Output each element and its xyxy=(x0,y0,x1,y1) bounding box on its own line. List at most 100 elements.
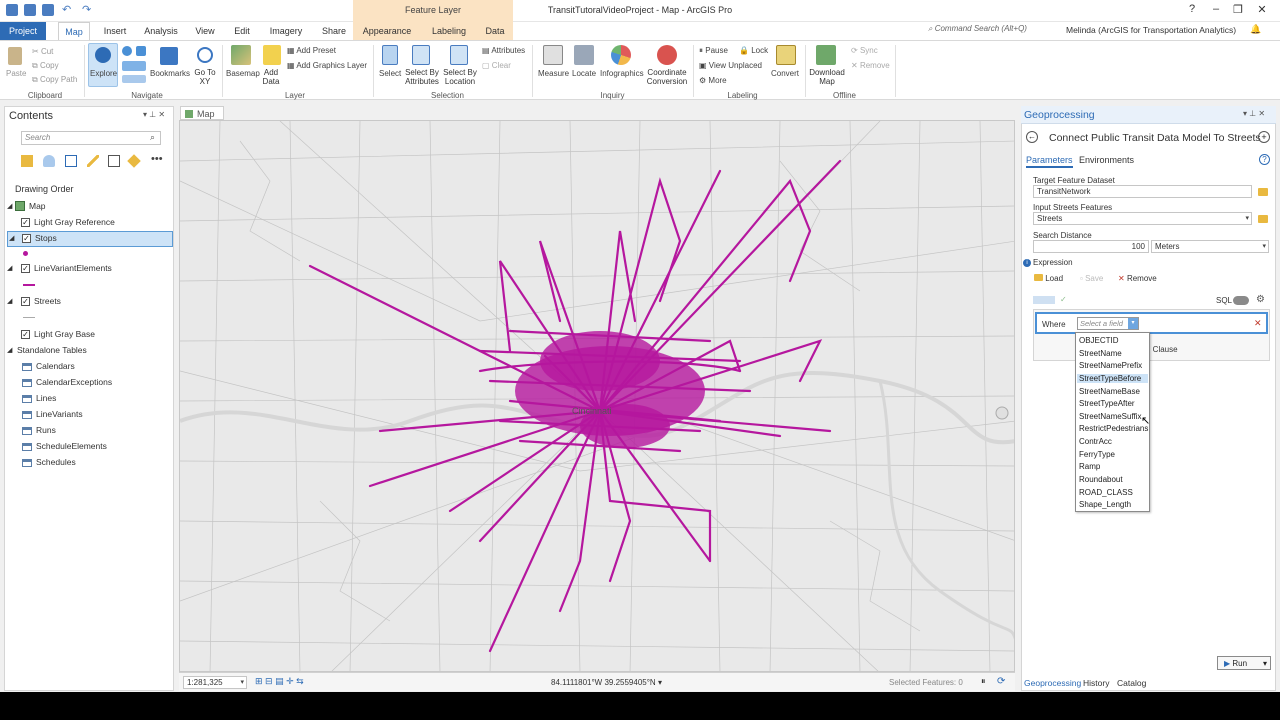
tree-layer-selected[interactable]: ◢ ✓ Stops xyxy=(7,231,173,247)
pane-options-icon[interactable]: ▾ ⊥ ✕ xyxy=(143,110,165,119)
copy-button[interactable]: ⧉ Copy xyxy=(32,61,59,71)
field-option[interactable]: Roundabout xyxy=(1079,475,1123,484)
layer-visibility-checkbox[interactable]: ✓ xyxy=(22,234,31,243)
tab-labeling[interactable]: Labeling xyxy=(421,22,477,40)
field-option[interactable]: Shape_Length xyxy=(1079,500,1131,509)
download-map-button[interactable]: Download Map xyxy=(806,68,848,86)
contents-search-input[interactable]: Search xyxy=(21,131,161,145)
tab-data[interactable]: Data xyxy=(477,22,513,40)
expression-mode-icon[interactable] xyxy=(1033,296,1055,304)
attributes-button[interactable]: ▤ Attributes xyxy=(482,46,525,55)
tab-project[interactable]: Project xyxy=(0,22,46,40)
minimize-icon[interactable]: – xyxy=(1206,3,1226,19)
info-icon[interactable]: i xyxy=(1023,259,1031,267)
pane-options-icon[interactable]: ▾ ⊥ ✕ xyxy=(1243,109,1265,118)
remove-offline-button[interactable]: ✕ Remove xyxy=(851,61,890,70)
save-button[interactable]: ▫ Save xyxy=(1080,274,1103,283)
tab-insert[interactable]: Insert xyxy=(98,22,132,40)
search-icon[interactable]: ⌕ xyxy=(150,132,155,143)
collapse-icon[interactable]: ◢ xyxy=(9,234,14,242)
lock-labeling-button[interactable]: 🔒 Lock xyxy=(739,46,768,55)
coordinate-conversion-button[interactable]: Coordinate Conversion xyxy=(646,68,688,86)
fixed-zoom-icon[interactable] xyxy=(136,46,146,56)
line-variant-symbol-icon[interactable] xyxy=(23,284,35,286)
select-icon[interactable] xyxy=(382,45,398,65)
field-option[interactable]: ROAD_CLASS xyxy=(1079,488,1133,497)
map-zoom-control-icon[interactable] xyxy=(995,406,1009,420)
tab-parameters[interactable]: Parameters xyxy=(1026,155,1073,168)
paste-button[interactable]: Paste xyxy=(6,69,26,78)
tab-environments[interactable]: Environments xyxy=(1079,155,1134,165)
collapse-icon[interactable]: ◢ xyxy=(7,264,12,272)
copy-path-button[interactable]: ⧉ Copy Path xyxy=(32,75,77,85)
basemap-icon[interactable] xyxy=(231,45,251,65)
locate-icon[interactable] xyxy=(574,45,594,65)
tab-edit[interactable]: Edit xyxy=(228,22,256,40)
view-unplaced-button[interactable]: ▣ View Unplaced xyxy=(699,61,762,70)
help-icon[interactable]: ? xyxy=(1182,3,1202,19)
tree-layer[interactable]: ✓ Light Gray Reference xyxy=(5,217,171,232)
go-to-xy-button[interactable]: Go To XY xyxy=(192,68,218,86)
delete-clause-icon[interactable]: ✕ xyxy=(1254,318,1262,329)
browse-folder-icon[interactable] xyxy=(1258,215,1268,223)
tab-view[interactable]: View xyxy=(190,22,220,40)
collapse-icon[interactable]: ◢ xyxy=(7,297,12,305)
layer-visibility-checkbox[interactable]: ✓ xyxy=(21,297,30,306)
tab-map[interactable]: Map xyxy=(58,22,90,40)
measure-button[interactable]: Measure xyxy=(538,69,569,78)
convert-button[interactable]: Convert xyxy=(771,69,799,78)
locate-button[interactable]: Locate xyxy=(572,69,596,78)
collapse-icon[interactable]: ◢ xyxy=(7,202,12,210)
full-extent-icon[interactable] xyxy=(122,46,132,56)
basemap-button[interactable]: Basemap xyxy=(226,69,260,78)
close-window-icon[interactable]: ✕ xyxy=(1252,3,1272,19)
restore-icon[interactable]: ❐ xyxy=(1228,3,1248,19)
add-data-icon[interactable] xyxy=(263,45,281,65)
add-graphics-layer-button[interactable]: ▦ Add Graphics Layer xyxy=(287,61,367,70)
field-option[interactable]: RestrictPedestrians xyxy=(1079,424,1148,433)
cut-button[interactable]: ✂ Cut xyxy=(32,47,53,56)
user-name[interactable]: Melinda (ArcGIS for Transportation Analy… xyxy=(1066,25,1236,35)
pause-drawing-icon[interactable]: ⏸ xyxy=(981,676,986,687)
field-option[interactable]: StreetNameBase xyxy=(1079,387,1140,396)
layer-visibility-checkbox[interactable]: ✓ xyxy=(21,218,30,227)
layer-visibility-checkbox[interactable]: ✓ xyxy=(21,264,30,273)
map-view-tab[interactable]: Map xyxy=(180,106,224,120)
search-distance-input[interactable]: 100 xyxy=(1033,240,1149,253)
list-by-editing-icon[interactable] xyxy=(87,155,99,167)
add-preset-button[interactable]: ▦ Add Preset xyxy=(287,46,336,55)
select-by-attributes-button[interactable]: Select By Attributes xyxy=(402,68,442,86)
help-icon[interactable]: ? xyxy=(1259,154,1270,165)
streets-features-select[interactable]: Streets ▾ xyxy=(1033,212,1252,225)
select-by-attributes-icon[interactable] xyxy=(412,45,430,65)
add-clause-button[interactable]: d Clause xyxy=(1146,345,1178,354)
tab-appearance[interactable]: Appearance xyxy=(353,22,421,40)
go-to-xy-icon[interactable] xyxy=(197,47,213,63)
map-navigation-tools-icon[interactable]: ⊞ ⊟ ▤ ✛ ⇆ xyxy=(255,676,304,687)
add-data-button[interactable]: Add Data xyxy=(258,68,284,86)
tab-share[interactable]: Share xyxy=(316,22,352,40)
select-button[interactable]: Select xyxy=(379,69,401,78)
layer-visibility-checkbox[interactable]: ✓ xyxy=(21,330,30,339)
infographics-button[interactable]: Infographics xyxy=(600,69,644,78)
settings-gear-icon[interactable]: ⚙ xyxy=(1256,294,1265,305)
select-by-location-icon[interactable] xyxy=(450,45,468,65)
notification-bell-icon[interactable]: 🔔 xyxy=(1250,24,1261,35)
coordinate-readout[interactable]: 84.1111801°W 39.2559405°N ▾ xyxy=(551,678,662,687)
bottom-tab-history[interactable]: History xyxy=(1083,678,1109,688)
tab-analysis[interactable]: Analysis xyxy=(140,22,182,40)
back-arrow-icon[interactable]: ← xyxy=(1026,131,1038,143)
streets-symbol-icon[interactable] xyxy=(23,317,35,318)
measure-icon[interactable] xyxy=(543,45,563,65)
bottom-tab-catalog[interactable]: Catalog xyxy=(1117,678,1146,688)
browse-folder-icon[interactable] xyxy=(1258,188,1268,196)
bookmarks-button[interactable]: Bookmarks xyxy=(150,69,190,78)
infographics-icon[interactable] xyxy=(611,45,631,65)
field-option[interactable]: FerryType xyxy=(1079,450,1115,459)
field-option[interactable]: StreetTypeAfter xyxy=(1079,399,1135,408)
zoom-arrows-icon[interactable] xyxy=(122,61,146,71)
coordinate-conversion-icon[interactable] xyxy=(657,45,677,65)
more-options-icon[interactable]: ••• xyxy=(151,153,163,165)
list-by-data-source-icon[interactable] xyxy=(43,155,55,167)
clear-selection-button[interactable]: ▢ Clear xyxy=(482,61,511,70)
